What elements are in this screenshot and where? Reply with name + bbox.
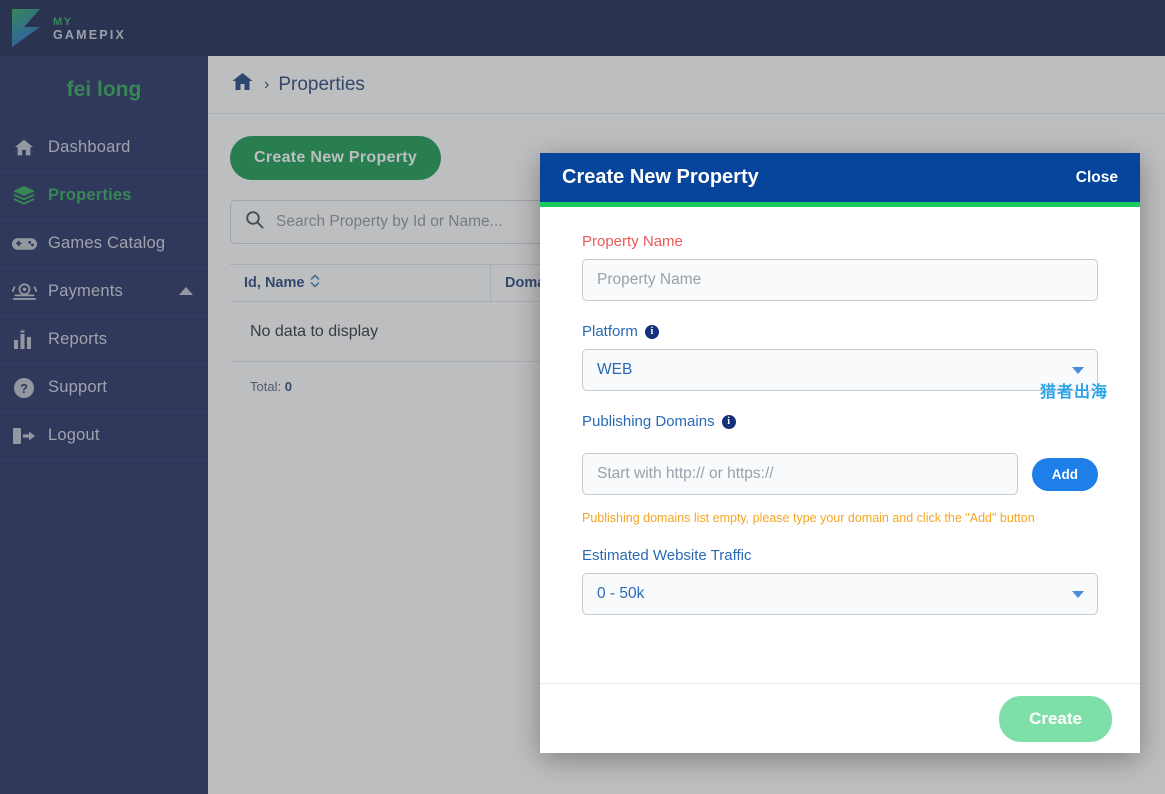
platform-selected-value: WEB	[597, 361, 633, 378]
property-name-label: Property Name	[582, 233, 1098, 250]
modal-title: Create New Property	[562, 166, 759, 188]
publishing-domains-row: Start with http:// or https:// Add	[582, 453, 1098, 495]
platform-label: Platform i	[582, 323, 1098, 340]
info-icon[interactable]: i	[721, 414, 736, 429]
domain-placeholder: Start with http:// or https://	[597, 465, 774, 482]
estimated-traffic-select[interactable]: 0 - 50k	[582, 573, 1098, 615]
platform-label-text: Platform	[582, 323, 638, 340]
property-name-label-text: Property Name	[582, 233, 683, 250]
info-icon[interactable]: i	[644, 324, 659, 339]
domains-warning-message: Publishing domains list empty, please ty…	[582, 511, 1035, 525]
estimated-traffic-label-text: Estimated Website Traffic	[582, 547, 752, 564]
chevron-down-icon	[1072, 367, 1084, 374]
platform-select[interactable]: WEB	[582, 349, 1098, 391]
estimated-traffic-selected-value: 0 - 50k	[597, 585, 645, 602]
chevron-down-icon	[1072, 591, 1084, 598]
publishing-domains-label-text: Publishing Domains	[582, 413, 715, 430]
modal-body: Property Name Property Name Platform i W…	[540, 207, 1140, 683]
modal-header: Create New Property Close	[540, 153, 1140, 207]
property-name-input[interactable]: Property Name	[582, 259, 1098, 301]
domain-input[interactable]: Start with http:// or https://	[582, 453, 1018, 495]
modal-footer: Create	[540, 683, 1140, 753]
close-button[interactable]: Close	[1076, 169, 1118, 187]
estimated-traffic-label: Estimated Website Traffic	[582, 547, 1098, 564]
property-name-placeholder: Property Name	[597, 271, 702, 288]
add-domain-button[interactable]: Add	[1031, 457, 1098, 491]
publishing-domains-label: Publishing Domains i	[582, 413, 1098, 430]
create-property-modal: Create New Property Close Property Name …	[540, 153, 1140, 753]
app-root: MY GAMEPIX fei long Dashboard Properties	[0, 0, 1165, 794]
create-submit-button[interactable]: Create	[999, 695, 1112, 742]
